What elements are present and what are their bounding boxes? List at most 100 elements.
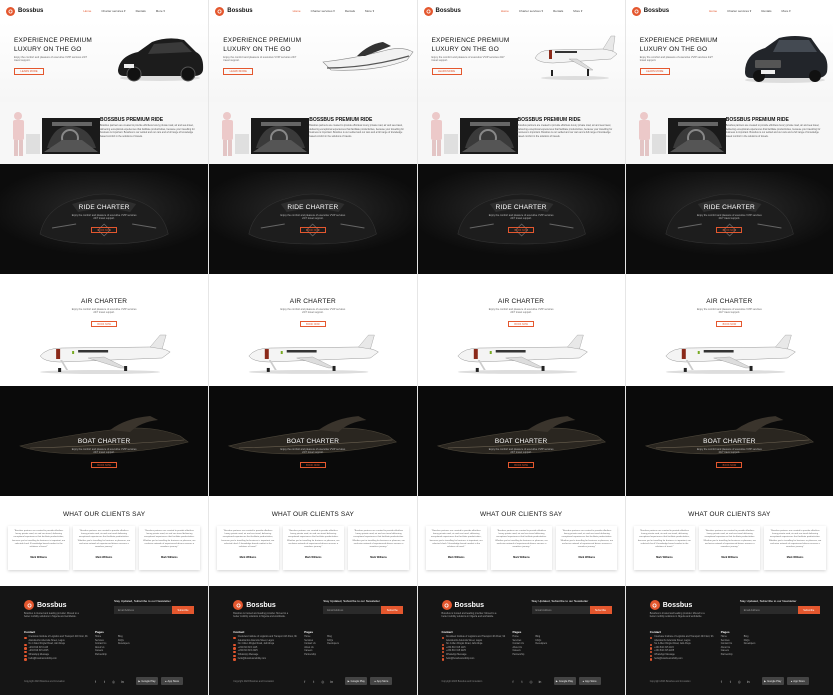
footer-link[interactable]: Developers [327, 643, 339, 647]
instagram-icon[interactable]: ◎ [529, 679, 534, 684]
subscribe-button[interactable]: Subscribe [589, 606, 612, 614]
learn-more-button[interactable]: LEARN MORE [431, 68, 462, 75]
nav-item-more[interactable]: More ▾ [156, 9, 165, 13]
twitter-icon[interactable]: t [311, 679, 316, 684]
facebook-icon[interactable]: f [302, 679, 307, 684]
learn-more-button[interactable]: LEARN MORE [639, 68, 670, 75]
boat-book-now-button[interactable]: BOOK NOW [508, 462, 535, 468]
footer-link[interactable]: Partnership [721, 654, 733, 658]
nav-item-charter-services[interactable]: Charter services ▾ [101, 9, 125, 13]
subscribe-button[interactable]: Subscribe [381, 606, 404, 614]
nav-item-rentals[interactable]: Rentals [345, 9, 355, 13]
footer-link[interactable]: Developers [536, 643, 548, 647]
mail-icon [24, 658, 27, 661]
google-play-button[interactable]: ▶ Google Play [345, 677, 368, 685]
boat-charter-subtitle: Enjoy the comfort and pleasure of execut… [696, 448, 762, 455]
newsletter-email-input[interactable]: Email Address [323, 606, 382, 614]
app-store-button[interactable]: ● App Store [161, 677, 183, 685]
nav-item-home[interactable]: Home [709, 9, 717, 13]
nav-item-charter-services[interactable]: Charter services ▾ [727, 9, 751, 13]
contact-item[interactable]: hello@bossbusmobility.com [649, 658, 716, 662]
nav-item-more[interactable]: More ▾ [573, 9, 582, 13]
footer-link[interactable]: Partnership [95, 654, 107, 658]
footer-brand-name: Bossbus [246, 601, 276, 609]
contact-item[interactable]: hello@bossbusmobility.com [233, 658, 299, 662]
ride-book-now-button[interactable]: BOOK NOW [508, 227, 535, 233]
app-store-button[interactable]: ● App Store [578, 677, 601, 685]
linkedin-icon[interactable]: in [329, 679, 334, 684]
instagram-icon[interactable]: ◎ [320, 679, 325, 684]
twitter-icon[interactable]: t [728, 679, 733, 684]
brand-logo[interactable]: Bossbus [215, 6, 253, 16]
testimonial-cards: "Bossbus partners are created to provide… [217, 526, 410, 570]
nav-item-charter-services[interactable]: Charter services ▾ [311, 9, 335, 13]
nav-item-rentals[interactable]: Rentals [136, 9, 146, 13]
learn-more-button[interactable]: LEARN MORE [14, 68, 44, 75]
app-store-button[interactable]: ● App Store [370, 677, 393, 685]
google-play-button[interactable]: ▶ Google Play [761, 677, 784, 685]
brand-logo[interactable]: Bossbus [6, 6, 43, 16]
testimonials-section: WHAT OUR CLIENTS SAY "Bossbus partners a… [417, 496, 625, 586]
nav-item-more[interactable]: More ▾ [781, 9, 790, 13]
contact-item[interactable]: hello@bossbusmobility.com [24, 658, 90, 662]
learn-more-button[interactable]: LEARN MORE [223, 68, 254, 75]
instagram-icon[interactable]: ◎ [111, 679, 116, 684]
footer-link[interactable]: Partnership [304, 654, 316, 658]
twitter-icon[interactable]: t [102, 679, 107, 684]
linkedin-icon[interactable]: in [746, 679, 751, 684]
boat-charter-subtitle: Enjoy the comfort and pleasure of execut… [71, 448, 137, 455]
social-links: f t ◎ in [719, 679, 751, 684]
footer-link[interactable]: Partnership [513, 654, 525, 658]
nav-item-rentals[interactable]: Rentals [553, 9, 563, 13]
facebook-icon[interactable]: f [511, 679, 516, 684]
ride-book-now-button[interactable]: BOOK NOW [299, 227, 326, 233]
newsletter-email-input[interactable]: Email Address [739, 606, 798, 614]
testimonial-card: "Bossbus partners are created to provide… [633, 526, 696, 570]
app-store-button[interactable]: ● App Store [786, 677, 809, 685]
nav-item-rentals[interactable]: Rentals [761, 9, 771, 13]
newsletter-email-input[interactable]: Email Address [531, 606, 590, 614]
testimonial-author: Mark Williams [447, 556, 465, 560]
footer-logo[interactable]: Bossbus [649, 600, 692, 610]
footer-logo[interactable]: Bossbus [24, 600, 67, 610]
google-play-button[interactable]: ▶ Google Play [553, 677, 576, 685]
footer-link[interactable]: Developers [118, 643, 130, 647]
boat-book-now-button[interactable]: BOOK NOW [91, 462, 118, 468]
brand-name: Bossbus [643, 8, 670, 14]
footer-logo[interactable]: Bossbus [441, 600, 484, 610]
facebook-icon[interactable]: f [719, 679, 724, 684]
air-book-now-button[interactable]: BOOK NOW [91, 321, 118, 327]
footer-link[interactable]: Developers [744, 643, 756, 647]
air-book-now-button[interactable]: BOOK NOW [299, 321, 326, 327]
nav-item-more[interactable]: More ▾ [365, 9, 374, 13]
nav-item-home[interactable]: Home [83, 9, 91, 13]
ride-book-now-button[interactable]: BOOK NOW [91, 227, 118, 233]
nav-menu: Home Charter services ▾ Rentals More ▾ [501, 9, 583, 13]
ride-book-now-button[interactable]: BOOK NOW [716, 227, 743, 233]
facebook-icon[interactable]: f [93, 679, 98, 684]
linkedin-icon[interactable]: in [538, 679, 543, 684]
instagram-icon[interactable]: ◎ [737, 679, 742, 684]
premium-text: Bossbus partners are created to provide … [100, 124, 195, 138]
footer-logo[interactable]: Bossbus [233, 600, 276, 610]
boat-book-now-button[interactable]: BOOK NOW [716, 462, 743, 468]
air-book-now-button[interactable]: BOOK NOW [508, 321, 535, 327]
site-footer: Bossbus Bossbus is trusted and leading p… [0, 586, 209, 695]
contact-heading: Contact [233, 630, 245, 634]
nav-item-charter-services[interactable]: Charter services ▾ [519, 9, 543, 13]
google-play-button[interactable]: ▶ Google Play [136, 677, 158, 685]
social-links: f t ◎ in [511, 679, 543, 684]
brand-logo[interactable]: Bossbus [423, 6, 461, 16]
newsletter-email-input[interactable]: Email Address [114, 606, 172, 614]
subscribe-button[interactable]: Subscribe [172, 606, 194, 614]
contact-item[interactable]: hello@bossbusmobility.com [441, 658, 508, 662]
hero-title: EXPERIENCE PREMIUM LUXURY ON THE GO [223, 37, 302, 53]
nav-item-home[interactable]: Home [501, 9, 509, 13]
air-book-now-button[interactable]: BOOK NOW [716, 321, 743, 327]
subscribe-button[interactable]: Subscribe [797, 606, 820, 614]
twitter-icon[interactable]: t [520, 679, 525, 684]
boat-book-now-button[interactable]: BOOK NOW [299, 462, 326, 468]
nav-item-home[interactable]: Home [293, 9, 301, 13]
brand-logo[interactable]: Bossbus [631, 6, 670, 16]
linkedin-icon[interactable]: in [120, 679, 125, 684]
